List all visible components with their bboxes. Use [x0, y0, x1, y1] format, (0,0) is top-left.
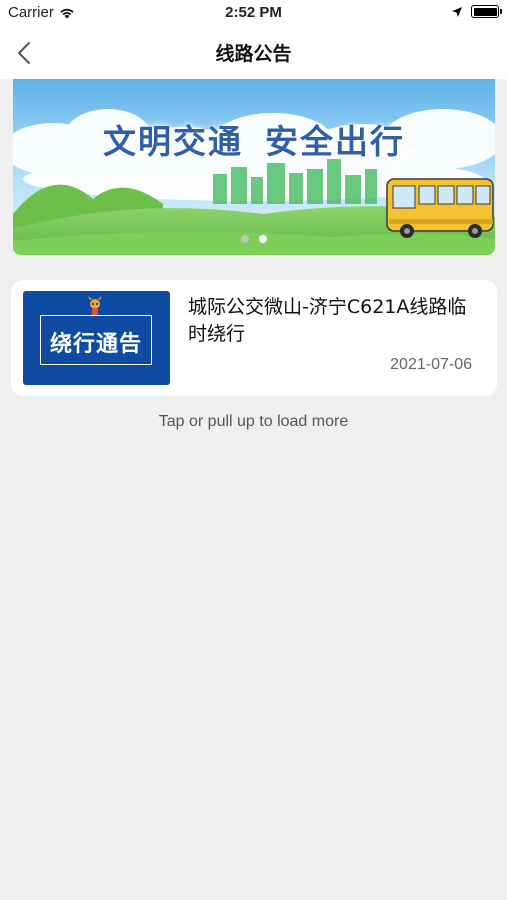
notice-thumbnail-text: 绕行通告: [49, 332, 142, 357]
carousel-dot-active[interactable]: [259, 235, 267, 243]
slogan-left: 文明交通: [103, 122, 243, 161]
banner-carousel[interactable]: 文明交通 安全出行: [13, 79, 495, 255]
carousel-dots: [13, 235, 495, 243]
notice-card[interactable]: 绕行通告 城际公交微山-济宁C621A线路临时绕行 2021-07-06: [11, 280, 497, 396]
status-time: 2:52 PM: [225, 4, 282, 21]
load-more-link[interactable]: Tap or pull up to load more: [0, 413, 507, 431]
carousel-dot[interactable]: [241, 235, 249, 243]
location-arrow-icon: [452, 6, 462, 17]
slogan-right: 安全出行: [265, 122, 405, 161]
nav-bar: 线路公告: [0, 27, 507, 79]
status-right: [451, 5, 502, 18]
notice-thumbnail-frame: 绕行通告: [40, 315, 152, 365]
notice-date: 2021-07-06: [390, 356, 472, 373]
battery-fill: [473, 7, 497, 16]
notice-title: 城际公交微山-济宁C621A线路临时绕行: [188, 296, 467, 345]
banner-image: [13, 79, 495, 255]
status-bar: Carrier 2:52 PM: [0, 0, 507, 27]
notice-thumbnail: 绕行通告: [23, 291, 170, 385]
banner-slogan: 文明交通 安全出行: [13, 115, 495, 163]
page-title: 线路公告: [215, 43, 292, 65]
battery-icon: [471, 5, 502, 18]
